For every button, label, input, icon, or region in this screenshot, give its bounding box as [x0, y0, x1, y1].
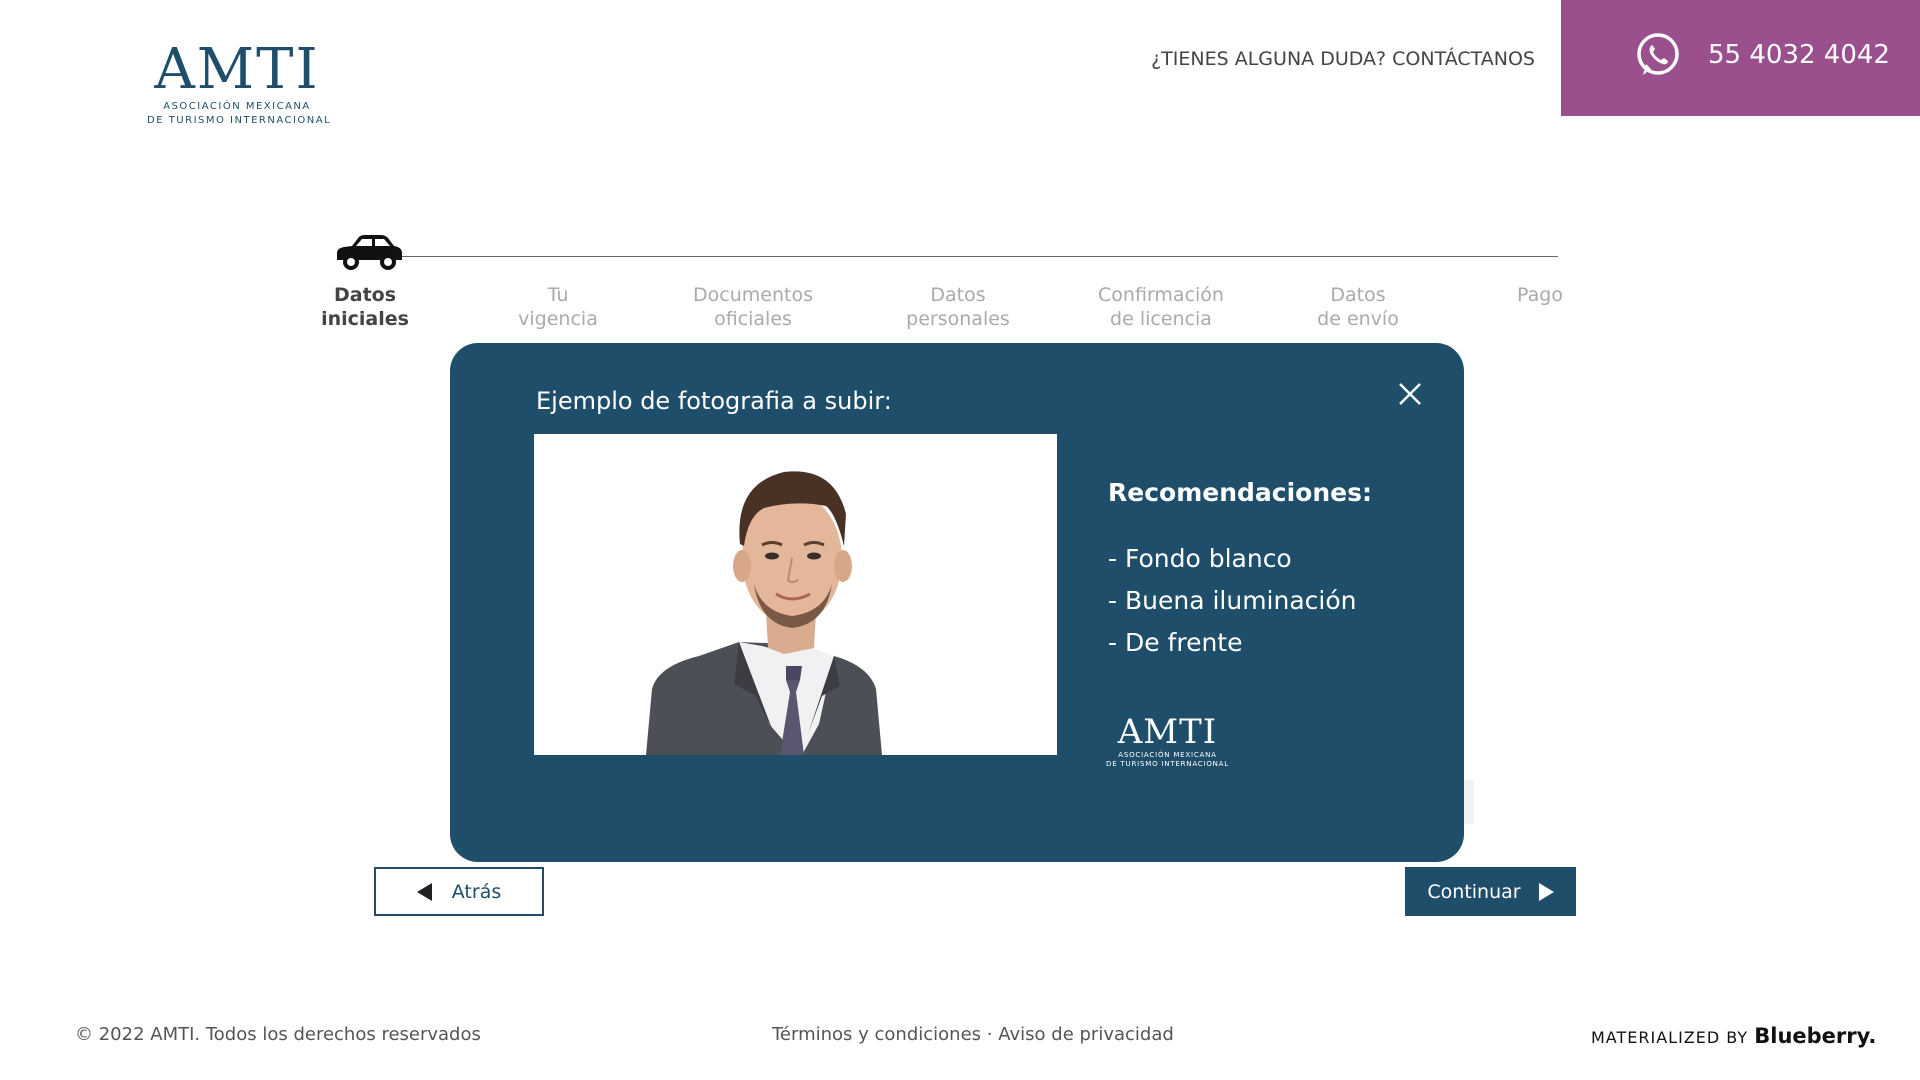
step-label-line1: Datos [1330, 284, 1386, 306]
stepper-track [395, 256, 1558, 257]
example-photo [534, 434, 1057, 755]
close-icon[interactable] [1395, 379, 1425, 409]
logo-subtitle-line2: DE TURISMO INTERNACIONAL [147, 115, 332, 126]
contact-link[interactable]: ¿TIENES ALGUNA DUDA? CONTÁCTANOS [1151, 48, 1535, 70]
list-item: - Buena iluminación [1108, 586, 1357, 615]
back-button-label: Atrás [451, 880, 502, 903]
credits-brand: Blueberry. [1754, 1024, 1877, 1048]
step-label-line2: oficiales [714, 308, 792, 330]
amti-logo[interactable]: AMTI ASOCIACIÓN MEXICANA DE TURISMO INTE… [147, 37, 332, 128]
step-label-line2: iniciales [321, 308, 409, 330]
step-label-line2: de envío [1317, 308, 1399, 330]
footer-separator: · [986, 1024, 993, 1045]
phone-number: 55 4032 4042 [1708, 40, 1890, 70]
modal-amti-logo: AMTI ASOCIACIÓN MEXICANA DE TURISMO INTE… [1105, 713, 1230, 769]
whatsapp-icon [1637, 33, 1679, 75]
recommendations-title: Recomendaciones: [1108, 478, 1372, 507]
privacy-link[interactable]: Aviso de privacidad [998, 1024, 1174, 1045]
step-documentos-oficiales: Documentos oficiales [693, 283, 813, 331]
step-label-line1: Datos [930, 284, 986, 306]
footer-links: Términos y condiciones · Aviso de privac… [772, 1024, 1174, 1045]
credits[interactable]: MATERIALIZED BY Blueberry. [1591, 1024, 1876, 1048]
list-item: - Fondo blanco [1108, 544, 1292, 573]
arrow-left-icon [416, 882, 432, 901]
back-button[interactable]: Atrás [374, 867, 544, 916]
logo-wordmark: AMTI [154, 37, 320, 102]
copyright-text: © 2022 AMTI. Todos los derechos reservad… [75, 1024, 481, 1045]
step-pago: Pago [1517, 283, 1563, 307]
step-label-line1: Datos [333, 284, 397, 306]
modal-title: Ejemplo de fotografia a subir: [536, 387, 892, 415]
modal-logo-wordmark: AMTI [1117, 712, 1218, 752]
step-label-line2: de licencia [1110, 308, 1212, 330]
step-label-line2: personales [906, 308, 1010, 330]
arrow-right-icon [1538, 882, 1554, 901]
logo-subtitle-line1: ASOCIACIÓN MEXICANA [163, 101, 311, 112]
step-label-line1: Pago [1517, 284, 1563, 306]
modal-logo-subtitle-line1: ASOCIACIÓN MEXICANA [1118, 751, 1217, 759]
continue-button-label: Continuar [1427, 880, 1521, 903]
credits-prefix: MATERIALIZED BY [1591, 1028, 1749, 1047]
person-portrait-illustration [534, 434, 1057, 755]
recommendations-list: - Fondo blanco - Buena iluminación - De … [1108, 538, 1357, 664]
step-datos-envio: Datos de envío [1317, 283, 1399, 331]
step-label-line1: Documentos [693, 284, 813, 306]
photo-example-modal: Ejemplo de fotografia a subir: Recomenda… [450, 343, 1464, 862]
modal-logo-subtitle-line2: DE TURISMO INTERNACIONAL [1106, 760, 1229, 768]
underlying-field-edge [1464, 780, 1474, 824]
whatsapp-contact[interactable]: 55 4032 4042 [1561, 0, 1920, 116]
list-item: - De frente [1108, 628, 1243, 657]
step-tu-vigencia: Tu vigencia [518, 283, 598, 331]
step-datos-iniciales: Datos iniciales [321, 283, 409, 331]
step-datos-personales: Datos personales [906, 283, 1010, 331]
step-label-line2: vigencia [518, 308, 598, 330]
continue-button[interactable]: Continuar [1405, 867, 1576, 916]
step-label-line1: Confirmación [1098, 284, 1224, 306]
terms-link[interactable]: Términos y condiciones [772, 1024, 981, 1045]
car-icon [337, 235, 402, 270]
step-confirmacion-licencia: Confirmación de licencia [1098, 283, 1224, 331]
step-label-line1: Tu [547, 284, 569, 306]
